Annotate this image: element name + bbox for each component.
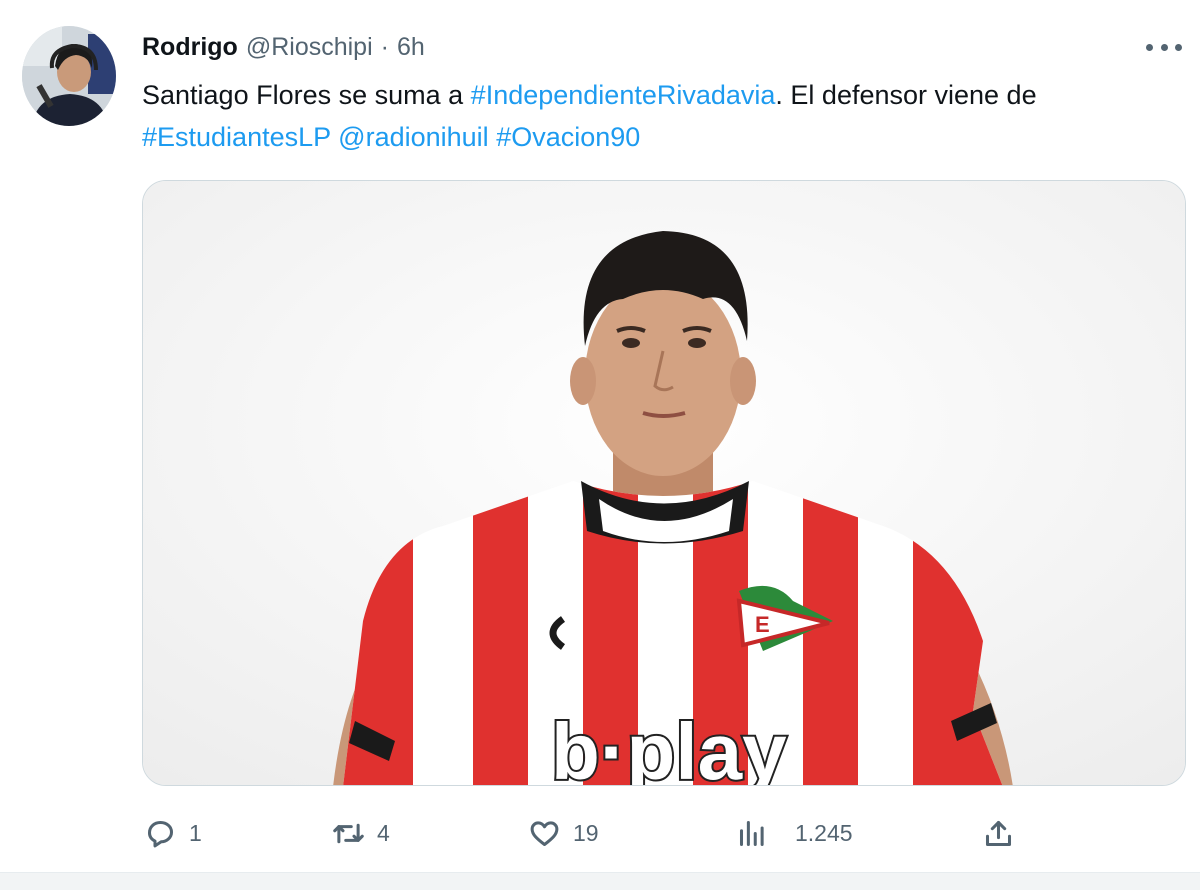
- views-icon: [739, 820, 764, 846]
- separator-dot: ·: [380, 32, 389, 61]
- sponsor-text: b·play: [551, 707, 787, 786]
- views-button[interactable]: 1.245: [736, 810, 853, 856]
- tweet-media-image[interactable]: E b·play: [142, 180, 1186, 786]
- retweet-icon: [333, 823, 364, 843]
- retweet-button[interactable]: 4: [332, 810, 390, 856]
- tweet-text: Santiago Flores se suma a #Independiente…: [142, 74, 1192, 158]
- svg-text:E: E: [755, 612, 770, 637]
- hashtag-link[interactable]: #IndependienteRivadavia: [471, 80, 776, 110]
- hashtag-link[interactable]: #EstudiantesLP: [142, 122, 331, 152]
- tweet-text-part: Santiago Flores se suma a: [142, 80, 471, 110]
- views-count: 1.245: [795, 819, 853, 846]
- share-button[interactable]: [982, 810, 1015, 856]
- tweet-actions: 1 4 19 1.245: [0, 810, 1200, 856]
- share-icon: [985, 820, 1012, 846]
- reply-button[interactable]: 1: [144, 810, 202, 856]
- tweet-text-part: . El defensor viene de: [775, 80, 1037, 110]
- more-icon[interactable]: [1146, 34, 1182, 60]
- retweet-count: 4: [377, 819, 390, 846]
- avatar[interactable]: [22, 26, 116, 126]
- reply-count: 1: [189, 819, 202, 846]
- author-handle[interactable]: @Rioschipi: [246, 33, 373, 62]
- tweet-header: Rodrigo @Rioschipi · 6h: [142, 30, 425, 64]
- tweet[interactable]: Rodrigo @Rioschipi · 6h Santiago Flores …: [0, 0, 1200, 890]
- reply-icon: [147, 820, 174, 847]
- mention-link[interactable]: @radionihuil: [338, 122, 489, 152]
- heart-icon: [530, 820, 559, 846]
- author-name[interactable]: Rodrigo: [142, 33, 238, 62]
- like-button[interactable]: 19: [528, 810, 599, 856]
- tweet-timestamp[interactable]: 6h: [397, 33, 425, 62]
- hashtag-link[interactable]: #Ovacion90: [496, 122, 640, 152]
- divider: [0, 872, 1200, 890]
- like-count: 19: [573, 819, 599, 846]
